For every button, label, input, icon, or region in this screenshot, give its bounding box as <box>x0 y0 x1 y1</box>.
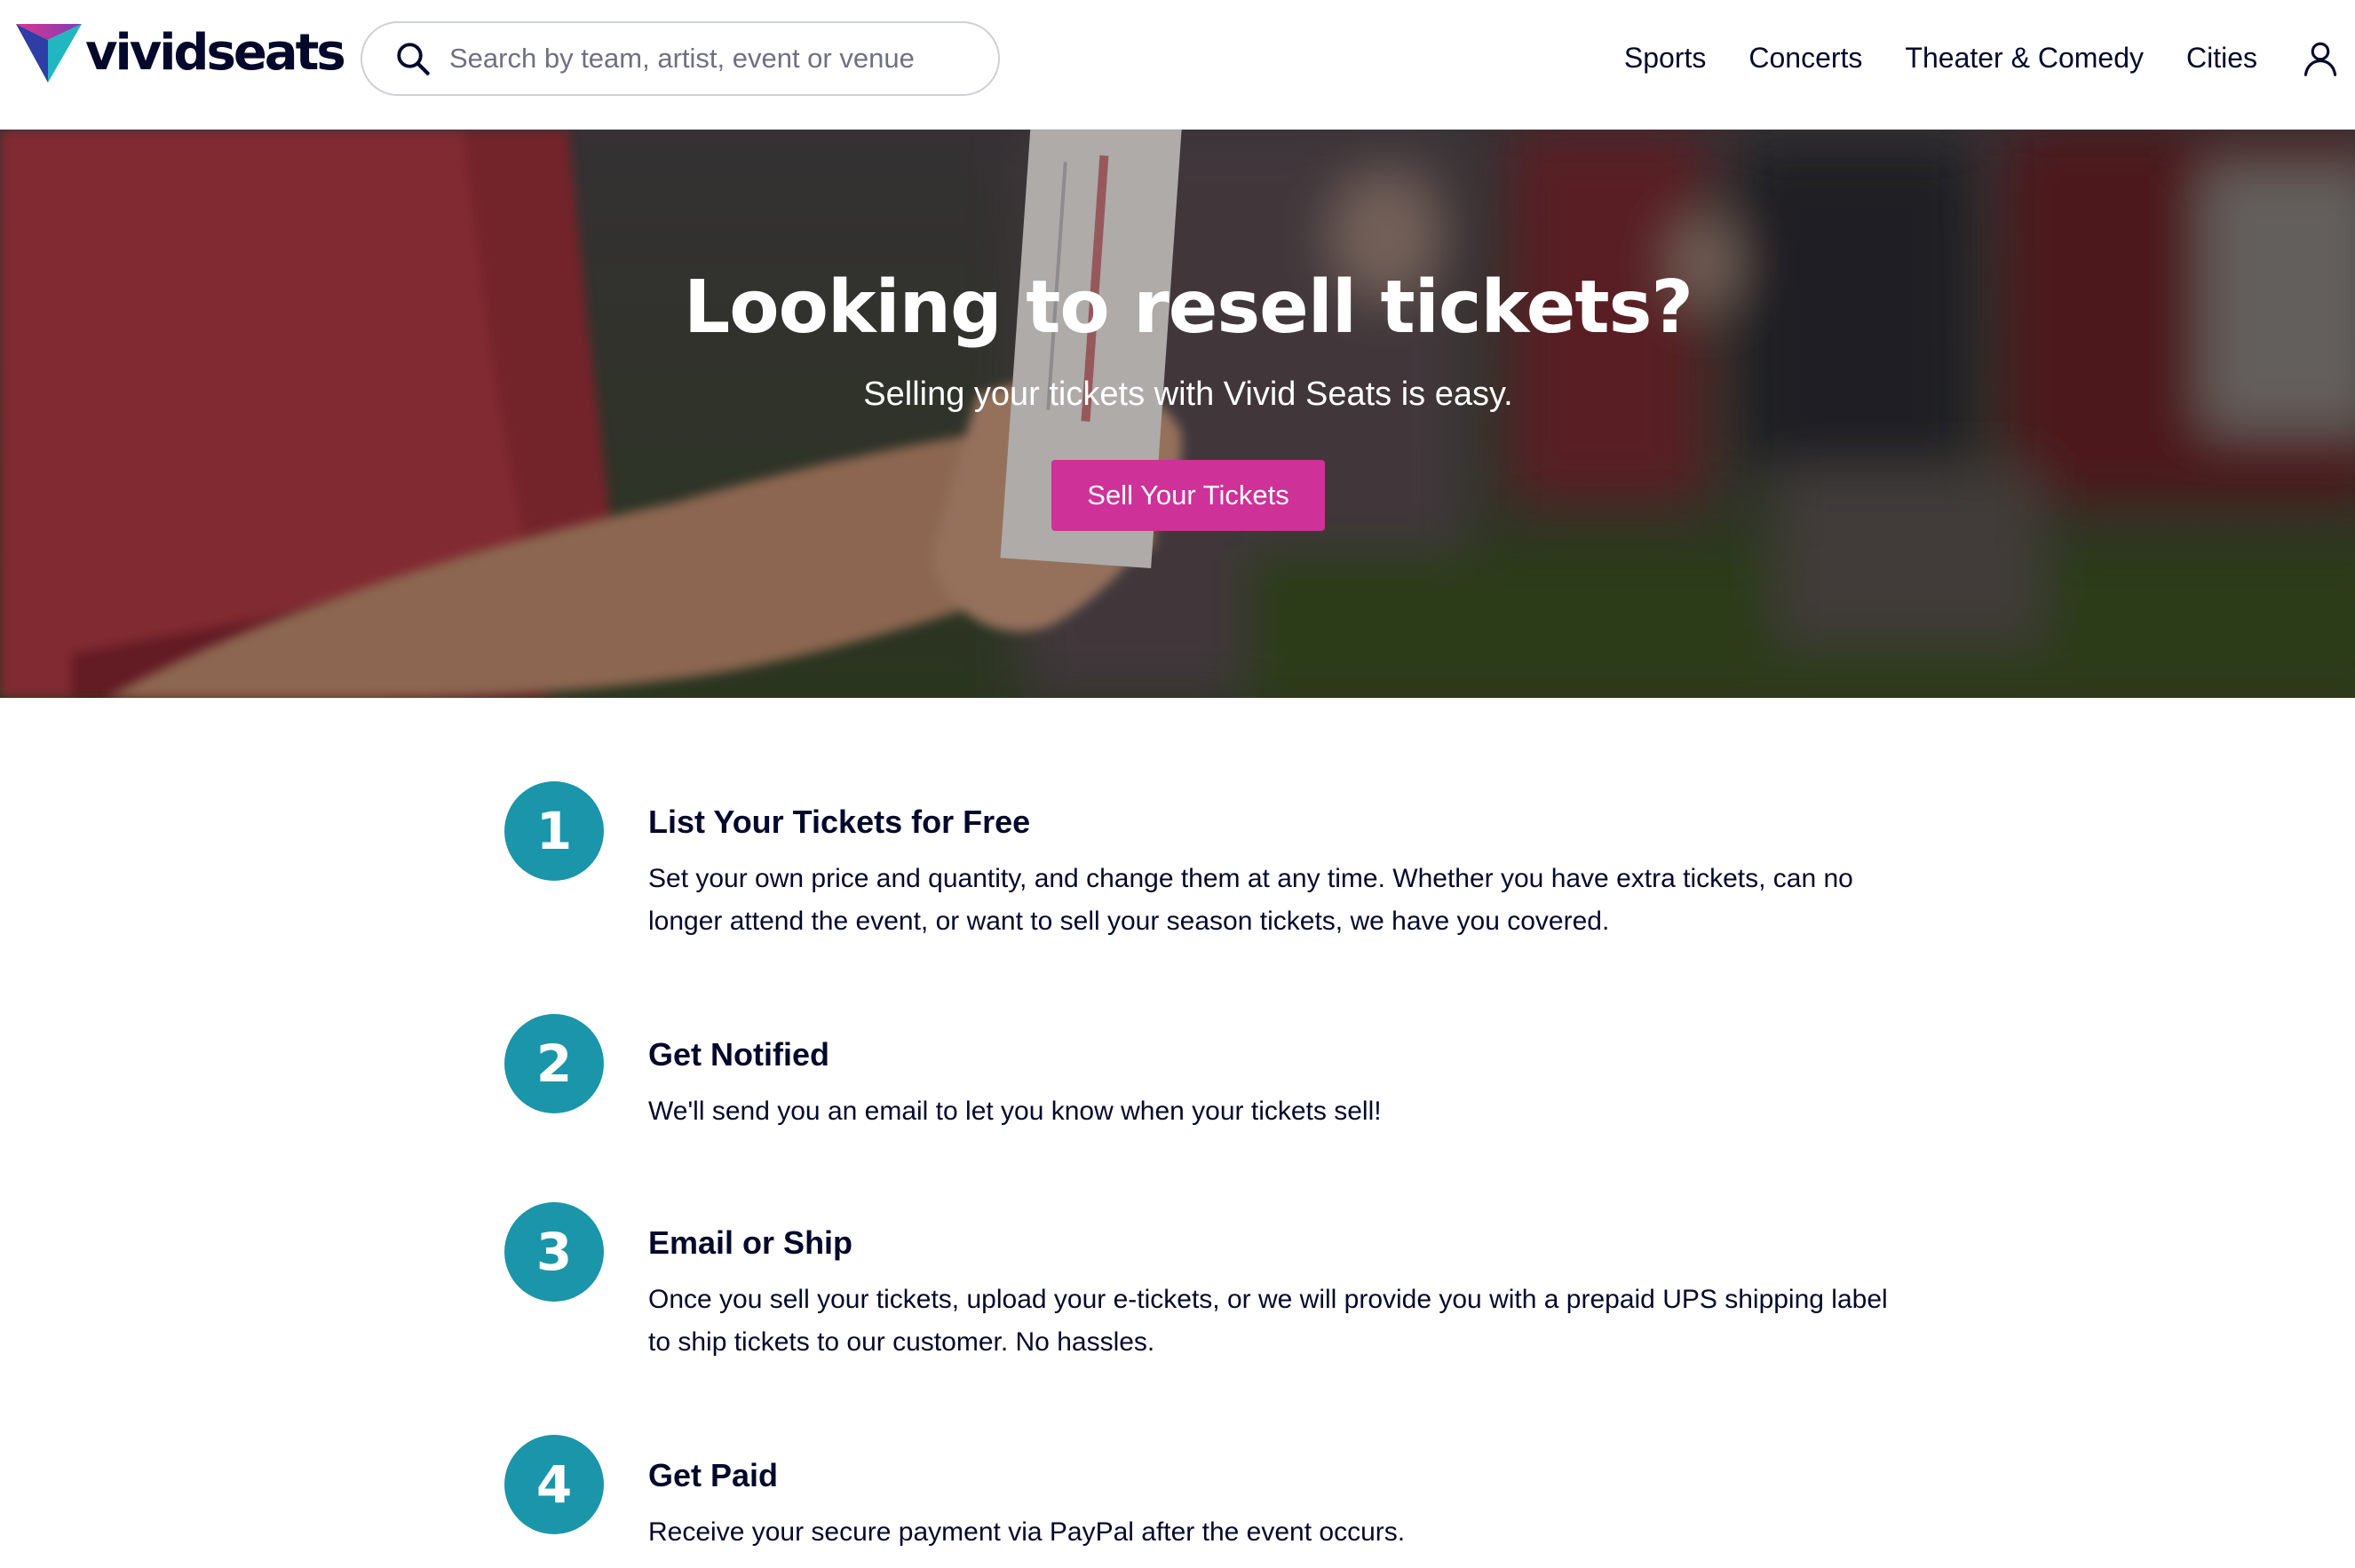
hero-subtitle: Selling your tickets with Vivid Seats is… <box>863 376 1513 413</box>
step-title: Get Paid <box>648 1457 779 1493</box>
step-description: Receive your secure payment via PayPal a… <box>648 1517 1406 1547</box>
user-account-icon <box>2303 42 2337 76</box>
step-number-badge: 1 <box>504 781 604 881</box>
vividseats-logo[interactable]: vividseats <box>16 23 346 83</box>
nav-concerts[interactable]: Concerts <box>1748 42 1862 75</box>
step-description: Once you sell your tickets, upload your … <box>648 1285 1888 1357</box>
user-account-button[interactable] <box>2302 39 2339 76</box>
hero-title: Looking to resell tickets? <box>684 265 1693 350</box>
search-bar[interactable] <box>361 21 1000 96</box>
step-number-badge: 2 <box>504 1014 604 1113</box>
logo-wordmark: vividseats <box>85 24 346 82</box>
nav-sports[interactable]: Sports <box>1624 42 1706 75</box>
search-icon <box>397 43 430 75</box>
step-description: We'll send you an email to let you know … <box>648 1097 1382 1126</box>
step-title: Email or Ship <box>648 1224 853 1261</box>
main-nav: Sports Concerts Theater & Comedy Cities <box>1624 0 2355 115</box>
vividseats-triangle-logo-icon <box>16 24 82 83</box>
step-number-badge: 3 <box>504 1202 604 1302</box>
step-number-badge: 4 <box>504 1435 604 1534</box>
site-header: vividseats Sports Concerts Theater & Com… <box>0 0 2355 130</box>
nav-theater-comedy[interactable]: Theater & Comedy <box>1905 42 2144 75</box>
step-description: Set your own price and quantity, and cha… <box>648 864 1853 936</box>
step-title: Get Notified <box>648 1036 829 1073</box>
nav-cities[interactable]: Cities <box>2186 42 2257 75</box>
hero-banner: Looking to resell tickets? Selling your … <box>0 130 2355 698</box>
step-title: List Your Tickets for Free <box>648 804 1031 840</box>
sell-your-tickets-button[interactable]: Sell Your Tickets <box>1051 460 1325 531</box>
search-input[interactable] <box>448 42 963 75</box>
